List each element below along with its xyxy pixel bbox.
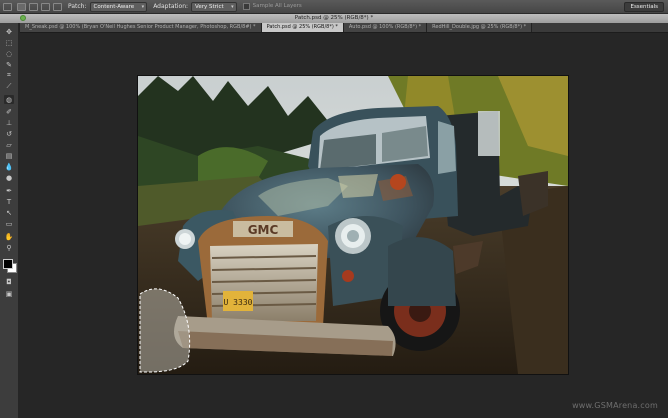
tab-label: M_Sneak.psd @ 100% (Bryan O'Neil Hughes …: [25, 24, 256, 30]
patch-label: Patch:: [68, 3, 87, 10]
crop-tool-icon[interactable]: ⌗: [4, 71, 14, 80]
document-tab[interactable]: M_Sneak.psd @ 100% (Bryan O'Neil Hughes …: [20, 23, 262, 32]
add-to-selection-icon[interactable]: [29, 2, 38, 11]
blur-tool-icon[interactable]: 💧: [4, 162, 14, 171]
document-tab-bar: M_Sneak.psd @ 100% (Bryan O'Neil Hughes …: [20, 23, 668, 33]
document-title: Patch.psd @ 25% (RGB/8*) *: [294, 15, 374, 21]
foreground-color-swatch[interactable]: [3, 259, 13, 269]
tab-label: Auto.psd @ 100% (RGB/8*) *: [348, 24, 422, 30]
patch-tool-preset-icon[interactable]: [3, 2, 12, 11]
truck-photo-illustration: GMC U 3330: [138, 76, 568, 374]
patch-tool-icon[interactable]: ◍: [4, 95, 14, 104]
sample-all-layers-checkbox[interactable]: [242, 3, 250, 10]
eyedropper-tool-icon[interactable]: ⟋: [4, 82, 14, 91]
subtract-from-selection-icon[interactable]: [41, 2, 50, 11]
eraser-tool-icon[interactable]: ▱: [4, 140, 14, 149]
clone-stamp-tool-icon[interactable]: ⊥: [4, 118, 14, 127]
history-brush-tool-icon[interactable]: ↺: [4, 129, 14, 138]
adaptation-dropdown[interactable]: Very Strict: [191, 1, 237, 12]
adaptation-label: Adaptation:: [153, 3, 189, 10]
new-selection-icon[interactable]: [17, 2, 26, 11]
document-tab[interactable]: Auto.psd @ 100% (RGB/8*) *: [343, 23, 428, 32]
brush-tool-icon[interactable]: ✐: [4, 107, 14, 116]
sample-all-layers-label: Sample All Layers: [252, 3, 302, 9]
color-swatches[interactable]: [3, 259, 17, 273]
options-bar: Patch: Content-Aware Adaptation: Very St…: [0, 0, 668, 14]
zoom-tool-icon[interactable]: ⚲: [4, 243, 14, 252]
marquee-tool-icon[interactable]: ⬚: [4, 38, 14, 47]
intersect-selection-icon[interactable]: [53, 2, 62, 11]
svg-text:GMC: GMC: [248, 223, 279, 237]
quick-selection-tool-icon[interactable]: ✎: [4, 60, 14, 69]
tools-panel: ✥ ⬚ ◌ ✎ ⌗ ⟋ ◍ ✐ ⊥ ↺ ▱ ▤ 💧 ● ✒ T ↖ ▭ ✋ ⚲ …: [0, 23, 19, 418]
screen-mode-icon[interactable]: ▣: [4, 289, 14, 298]
pen-tool-icon[interactable]: ✒: [4, 186, 14, 195]
hand-tool-icon[interactable]: ✋: [4, 232, 14, 241]
svg-text:U 3330: U 3330: [224, 298, 253, 307]
quick-mask-icon[interactable]: ◘: [4, 277, 14, 286]
lasso-tool-icon[interactable]: ◌: [4, 49, 14, 58]
patch-mode-dropdown[interactable]: Content-Aware: [89, 1, 148, 12]
document-tab[interactable]: RedHill_Double.jpg @ 25% (RGB/8*) *: [427, 23, 533, 32]
document-title-bar: Patch.psd @ 25% (RGB/8*) *: [0, 14, 668, 23]
document-image-truck-photo[interactable]: GMC U 3330: [138, 76, 568, 374]
path-selection-tool-icon[interactable]: ↖: [4, 208, 14, 217]
document-tab-active[interactable]: Patch.psd @ 25% (RGB/8*) *: [261, 23, 344, 32]
rectangle-tool-icon[interactable]: ▭: [4, 219, 14, 228]
workspace-switcher-button[interactable]: Essentials: [624, 2, 664, 12]
move-tool-icon[interactable]: ✥: [4, 27, 14, 36]
type-tool-icon[interactable]: T: [4, 197, 14, 206]
tab-label: RedHill_Double.jpg @ 25% (RGB/8*) *: [432, 24, 527, 30]
close-document-icon[interactable]: [20, 15, 26, 21]
gradient-tool-icon[interactable]: ▤: [4, 151, 14, 160]
dodge-tool-icon[interactable]: ●: [4, 173, 14, 182]
tab-label: Patch.psd @ 25% (RGB/8*) *: [266, 24, 338, 30]
watermark-text: www.GSMArena.com: [572, 401, 658, 410]
canvas-area[interactable]: GMC U 3330 www.GSMArena.com: [19, 33, 668, 418]
